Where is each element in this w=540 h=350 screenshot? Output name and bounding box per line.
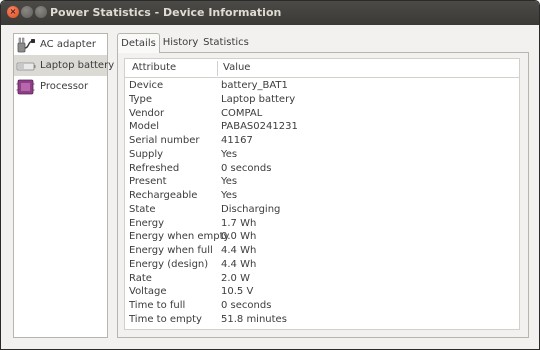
value-cell: 51.8 minutes — [221, 313, 287, 325]
value-cell: 1.7 Wh — [221, 217, 257, 229]
processor-icon — [16, 78, 36, 96]
value-cell: 41167 — [221, 135, 253, 146]
attribute-cell: Rate — [129, 272, 152, 284]
table-row[interactable]: Serial number 41167 — [125, 134, 519, 148]
ac-adapter-icon — [16, 36, 36, 54]
sidebar-item-label: AC adapter — [40, 39, 96, 50]
attribute-cell: Energy when empty — [129, 231, 230, 243]
value-cell: Laptop battery — [221, 93, 296, 105]
table-row[interactable]: Vendor COMPAL — [125, 107, 519, 121]
attribute-cell: Energy — [129, 217, 165, 229]
tab-statistics[interactable]: Statistics — [201, 33, 251, 53]
title-bar[interactable]: × Power Statistics - Device Information — [1, 1, 539, 25]
value-cell: Yes — [221, 190, 238, 201]
value-cell: 2.0 W — [221, 272, 250, 284]
value-cell: Yes — [221, 176, 238, 188]
table-row[interactable]: Device battery_BAT1 — [125, 79, 519, 93]
sidebar-item-ac-adapter[interactable]: AC adapter — [14, 34, 107, 55]
tab-details[interactable]: Details — [117, 33, 160, 53]
minimize-button[interactable] — [21, 6, 33, 18]
attribute-cell: Serial number — [129, 135, 200, 146]
table-row[interactable]: Rechargeable Yes — [125, 189, 519, 203]
table-row[interactable]: Energy when empty 0.0 Wh — [125, 230, 519, 244]
attribute-cell: Device — [129, 80, 164, 91]
table-row[interactable]: Energy when full 4.4 Wh — [125, 244, 519, 258]
table-row[interactable]: Supply Yes — [125, 148, 519, 162]
sidebar-item-processor[interactable]: Processor — [14, 76, 107, 97]
table-row[interactable]: Type Laptop battery — [125, 93, 519, 107]
table-row[interactable]: Refreshed 0 seconds — [125, 162, 519, 176]
close-button[interactable]: × — [7, 6, 19, 18]
table-row[interactable]: Energy (design) 4.4 Wh — [125, 258, 519, 272]
attribute-cell: Time to full — [129, 300, 186, 311]
device-list: AC adapter Laptop battery Processor — [13, 33, 114, 338]
table-row[interactable]: Present Yes — [125, 175, 519, 189]
value-cell: 10.5 V — [221, 286, 254, 298]
attribute-cell: Type — [129, 93, 152, 105]
table-header: Attribute Value — [125, 59, 519, 78]
table-row[interactable]: State Discharging — [125, 203, 519, 217]
value-cell: Yes — [221, 148, 238, 160]
attribute-cell: Present — [129, 176, 167, 188]
value-cell: Discharging — [221, 203, 281, 215]
table-row[interactable]: Voltage 10.5 V — [125, 285, 519, 299]
table-row[interactable]: Model PABAS0241231 — [125, 120, 519, 134]
attribute-table[interactable]: Attribute Value Device battery_BAT1 Type La… — [124, 58, 520, 330]
attribute-cell: Energy (design) — [129, 258, 209, 270]
value-cell: 0 seconds — [221, 300, 272, 311]
value-cell: 4.4 Wh — [221, 258, 257, 270]
maximize-button[interactable] — [35, 6, 47, 18]
table-row[interactable]: Time to full 0 seconds — [125, 299, 519, 313]
value-cell: COMPAL — [221, 107, 263, 119]
window-title: Power Statistics - Device Information — [50, 6, 282, 19]
attribute-cell: Rechargeable — [129, 190, 198, 201]
value-cell: battery_BAT1 — [221, 80, 288, 91]
column-divider[interactable] — [217, 61, 218, 76]
attribute-cell: Energy when full — [129, 245, 213, 256]
sidebar-item-label: Processor — [40, 81, 89, 92]
attribute-cell: Vendor — [129, 107, 165, 119]
table-row[interactable]: Time to empty 51.8 minutes — [125, 313, 519, 327]
attribute-cell: Model — [129, 121, 160, 133]
table-row[interactable]: Rate 2.0 W — [125, 272, 519, 286]
value-cell: PABAS0241231 — [221, 121, 298, 133]
power-statistics-window: × Power Statistics - Device Information … — [0, 0, 540, 350]
value-cell: 0 seconds — [221, 162, 272, 174]
attribute-cell: Supply — [129, 148, 164, 160]
attribute-cell: Refreshed — [129, 162, 180, 174]
value-cell: 4.4 Wh — [221, 245, 257, 256]
value-cell: 0.0 Wh — [221, 231, 257, 243]
close-icon: × — [9, 7, 17, 16]
tab-history[interactable]: History — [160, 33, 201, 53]
column-header-value[interactable]: Value — [223, 62, 250, 73]
laptop-battery-icon — [16, 57, 36, 75]
attribute-cell: Voltage — [129, 286, 167, 298]
column-header-attribute[interactable]: Attribute — [132, 62, 176, 73]
sidebar-item-laptop-battery[interactable]: Laptop battery — [14, 55, 114, 76]
attribute-cell: State — [129, 203, 156, 215]
sidebar-item-label: Laptop battery — [40, 60, 115, 71]
attribute-cell: Time to empty — [129, 313, 202, 325]
table-row[interactable]: Energy 1.7 Wh — [125, 217, 519, 231]
details-panel: Attribute Value Device battery_BAT1 Type La… — [117, 52, 529, 338]
